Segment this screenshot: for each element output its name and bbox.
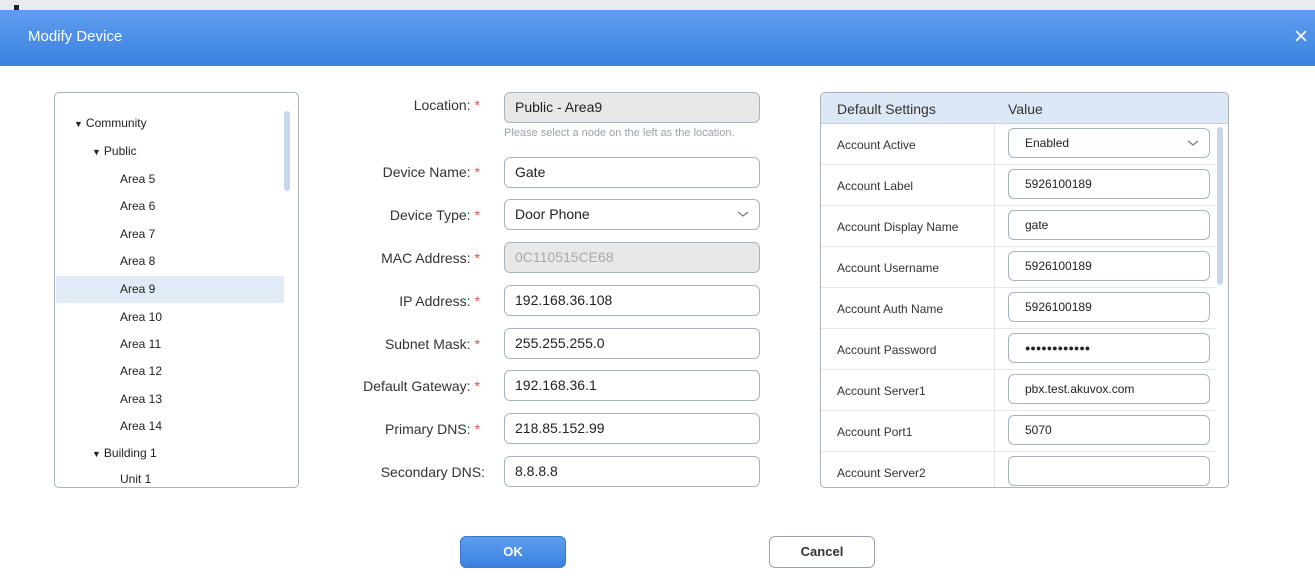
- device-name-input[interactable]: Gate: [504, 157, 760, 188]
- tree-item-area12[interactable]: Area 12: [56, 358, 284, 385]
- settings-row-account-server2: Account Server2: [821, 452, 1216, 487]
- required-marker: *: [474, 293, 480, 309]
- settings-row-account-username: Account Username 5926100189: [821, 247, 1216, 288]
- secondary-dns-label: Secondary DNS:: [380, 464, 485, 480]
- account-password-input[interactable]: ●●●●●●●●●●●●: [1008, 333, 1210, 363]
- setting-name: Account Server1: [837, 384, 926, 398]
- column-divider: [994, 329, 995, 370]
- expand-arrow-icon: ▼: [92, 449, 101, 459]
- dialog-body: ▼ Community ▼ Public Area 5 Area 6 Area 7 …: [0, 66, 1315, 581]
- required-marker: *: [474, 164, 480, 180]
- required-marker: *: [474, 97, 480, 113]
- settings-row-account-auth-name: Account Auth Name 5926100189: [821, 288, 1216, 329]
- default-gateway-input[interactable]: 192.168.36.1: [504, 370, 760, 401]
- account-active-select[interactable]: Enabled: [1008, 128, 1210, 158]
- header-value: Value: [1008, 101, 1043, 117]
- required-marker: *: [474, 336, 480, 352]
- ip-address-input[interactable]: 192.168.36.108: [504, 285, 760, 316]
- location-tree: ▼ Community ▼ Public Area 5 Area 6 Area 7 …: [54, 92, 299, 488]
- tree-item-area5[interactable]: Area 5: [56, 166, 284, 193]
- settings-row-account-server1: Account Server1 pbx.test.akuvox.com: [821, 370, 1216, 411]
- settings-row-account-label: Account Label 5926100189: [821, 165, 1216, 206]
- tree-item-area7[interactable]: Area 7: [56, 221, 284, 248]
- device-type-select[interactable]: Door Phone: [504, 199, 760, 230]
- dialog-titlebar: Modify Device ×: [0, 10, 1315, 66]
- tree-item-area13[interactable]: Area 13: [56, 386, 284, 413]
- default-settings-table: Default Settings Value Account Active En…: [820, 92, 1229, 488]
- account-server2-input[interactable]: [1008, 456, 1210, 486]
- required-marker: *: [474, 421, 480, 437]
- settings-row-account-port1: Account Port1 5070: [821, 411, 1216, 452]
- setting-name: Account Server2: [837, 466, 926, 480]
- tree-item-area14[interactable]: Area 14: [56, 413, 284, 440]
- default-gateway-label: Default Gateway: *: [363, 378, 480, 394]
- settings-scrollbar[interactable]: [1217, 127, 1223, 285]
- primary-dns-input[interactable]: 218.85.152.99: [504, 413, 760, 444]
- column-divider: [994, 247, 995, 288]
- setting-name: Account Label: [837, 179, 914, 193]
- header-default-settings: Default Settings: [837, 101, 936, 117]
- account-server1-input[interactable]: pbx.test.akuvox.com: [1008, 374, 1210, 404]
- settings-header: Default Settings Value: [821, 93, 1228, 124]
- chevron-down-icon: [737, 211, 749, 217]
- column-divider: [994, 165, 995, 206]
- tree-item-unit1[interactable]: Unit 1: [56, 466, 284, 487]
- setting-name: Account Display Name: [837, 220, 959, 234]
- setting-name: Account Active: [837, 138, 916, 152]
- settings-row-account-active: Account Active Enabled: [821, 124, 1216, 165]
- setting-name: Account Port1: [837, 425, 913, 439]
- tree-item-area10[interactable]: Area 10: [56, 304, 284, 331]
- account-label-input[interactable]: 5926100189: [1008, 169, 1210, 199]
- device-name-label: Device Name: *: [382, 164, 480, 180]
- ok-button[interactable]: OK: [460, 536, 566, 568]
- required-marker: *: [474, 378, 480, 394]
- tree-item-community[interactable]: ▼ Community: [56, 110, 284, 137]
- tree-item-area8[interactable]: Area 8: [56, 248, 284, 275]
- dialog-title: Modify Device: [28, 28, 123, 45]
- account-auth-name-input[interactable]: 5926100189: [1008, 292, 1210, 322]
- required-marker: *: [474, 207, 480, 223]
- column-divider: [994, 452, 995, 487]
- required-marker: *: [474, 250, 480, 266]
- tree-item-public[interactable]: ▼ Public: [56, 138, 284, 165]
- settings-row-account-password: Account Password ●●●●●●●●●●●●: [821, 329, 1216, 370]
- location-field[interactable]: Public - Area9: [504, 92, 760, 123]
- setting-name: Account Username: [837, 261, 940, 275]
- cancel-button[interactable]: Cancel: [769, 536, 875, 568]
- chevron-down-icon: [1187, 140, 1199, 146]
- account-display-name-input[interactable]: gate: [1008, 210, 1210, 240]
- primary-dns-label: Primary DNS: *: [384, 421, 480, 437]
- tree-item-area6[interactable]: Area 6: [56, 193, 284, 220]
- column-divider: [994, 206, 995, 247]
- mac-address-label: MAC Address: *: [381, 250, 480, 266]
- column-divider: [994, 411, 995, 452]
- location-label: Location: *: [413, 97, 480, 113]
- expand-arrow-icon: ▼: [74, 119, 83, 129]
- tree-item-area9[interactable]: Area 9: [56, 276, 284, 303]
- setting-name: Account Password: [837, 343, 937, 357]
- close-icon[interactable]: ×: [1294, 22, 1315, 52]
- device-type-label: Device Type: *: [389, 207, 480, 223]
- secondary-dns-input[interactable]: 8.8.8.8: [504, 456, 760, 487]
- tree-scrollbar[interactable]: [284, 111, 290, 191]
- ip-address-label: IP Address: *: [399, 293, 480, 309]
- column-divider: [994, 370, 995, 411]
- location-hint: Please select a node on the left as the …: [504, 127, 735, 139]
- account-active-value: Enabled: [1025, 136, 1070, 150]
- account-port1-input[interactable]: 5070: [1008, 415, 1210, 445]
- expand-arrow-icon: ▼: [92, 147, 101, 157]
- setting-name: Account Auth Name: [837, 302, 944, 316]
- subnet-mask-label: Subnet Mask: *: [384, 336, 480, 352]
- window-top-strip: [0, 0, 1315, 10]
- mac-address-field[interactable]: 0C110515CE68: [504, 242, 760, 273]
- column-divider: [994, 288, 995, 329]
- subnet-mask-input[interactable]: 255.255.255.0: [504, 328, 760, 359]
- tree-item-building1[interactable]: ▼ Building 1: [56, 440, 284, 467]
- settings-row-account-display-name: Account Display Name gate: [821, 206, 1216, 247]
- account-username-input[interactable]: 5926100189: [1008, 251, 1210, 281]
- column-divider: [994, 124, 995, 165]
- device-type-value: Door Phone: [515, 206, 590, 222]
- tree-item-area11[interactable]: Area 11: [56, 331, 284, 358]
